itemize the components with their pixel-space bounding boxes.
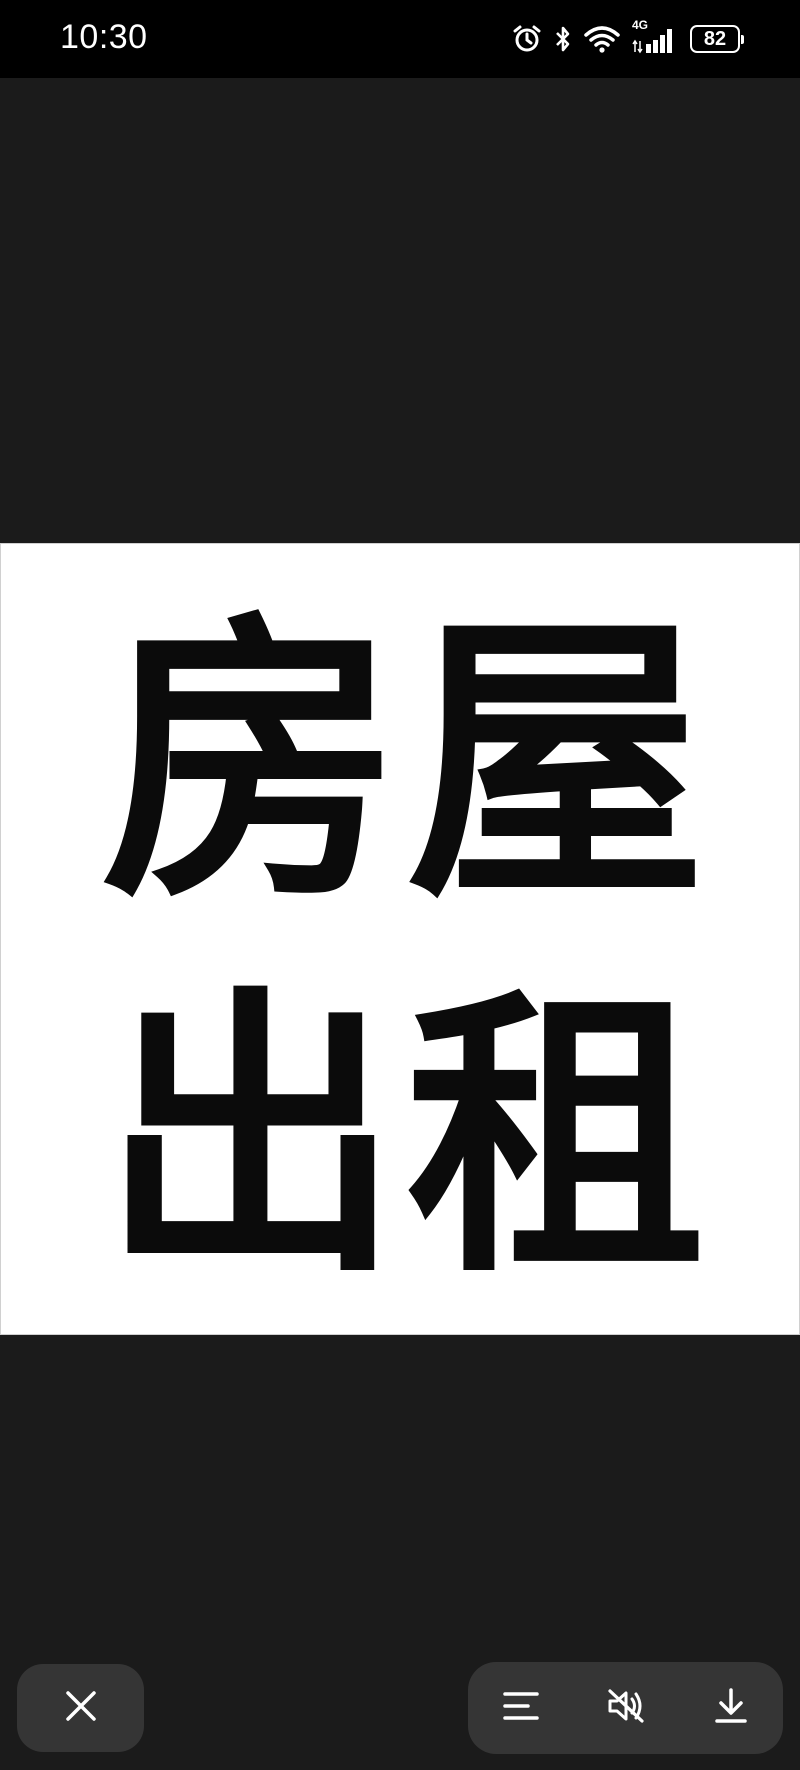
bluetooth-icon xyxy=(554,24,572,54)
menu-button[interactable] xyxy=(489,1676,553,1740)
network-type: 4G xyxy=(632,18,649,32)
menu-icon xyxy=(502,1689,540,1728)
download-icon xyxy=(713,1687,749,1730)
status-icons: 4G 82 xyxy=(512,18,744,56)
char-chu: 出 xyxy=(101,964,401,1313)
battery-icon: 82 xyxy=(690,25,744,53)
char-zu: 租 xyxy=(406,964,706,1313)
rental-sign-image[interactable]: 房 屋 出 租 xyxy=(0,543,800,1335)
action-group xyxy=(468,1662,783,1754)
bottom-toolbar xyxy=(0,1646,800,1770)
char-fang: 房 xyxy=(101,589,401,938)
alarm-icon xyxy=(512,24,542,54)
status-bar: 10:30 4G 82 xyxy=(0,0,800,78)
download-button[interactable] xyxy=(699,1676,763,1740)
close-button[interactable] xyxy=(17,1664,144,1752)
mute-button[interactable] xyxy=(594,1676,658,1740)
image-viewer[interactable]: 房 屋 出 租 xyxy=(0,78,800,1646)
char-wu: 屋 xyxy=(406,589,706,938)
signal-icon: 4G xyxy=(632,18,678,54)
mute-icon xyxy=(606,1688,646,1729)
close-icon xyxy=(64,1689,98,1728)
wifi-icon xyxy=(584,25,620,53)
battery-level: 82 xyxy=(703,27,727,50)
clock: 10:30 xyxy=(60,18,148,56)
